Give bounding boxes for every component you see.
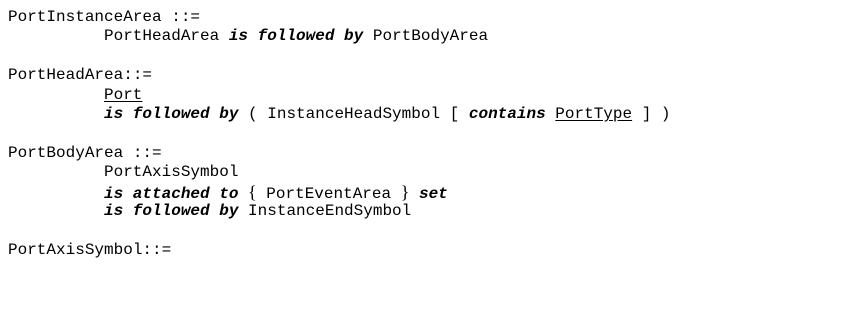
rule-port-body-area-line2: is attached to { PortEventArea } set (8, 181, 867, 203)
rule-port-body-area-def: PortBodyArea ::= (8, 144, 867, 163)
rule-port-instance-area-body: PortHeadArea is followed by PortBodyArea (8, 27, 867, 46)
rule-name: PortBodyArea ::= (8, 143, 162, 162)
grammar-document: PortInstanceArea ::= PortHeadArea is fol… (8, 8, 867, 260)
brace-close: } (400, 181, 410, 202)
rule-port-instance-area-def: PortInstanceArea ::= (8, 8, 867, 27)
nonterminal: PortHeadArea (104, 27, 220, 46)
keyword: is followed by (228, 27, 364, 46)
keyword: is followed by (104, 201, 239, 220)
keyword: is attached to (104, 184, 239, 203)
rule-name: PortHeadArea::= (8, 66, 153, 85)
rule-name: PortInstanceArea ::= (8, 8, 201, 26)
nonterminal: InstanceEndSymbol (248, 201, 412, 220)
terminal: Port (104, 85, 143, 104)
nonterminal: PortEventArea (266, 184, 392, 203)
rule-port-head-area-line2: is followed by ( InstanceHeadSymbol [ co… (8, 105, 867, 124)
grammar-text: ( InstanceHeadSymbol [ (248, 104, 460, 123)
terminal: PortType (555, 104, 633, 123)
rule-name: PortAxisSymbol::= (8, 240, 172, 259)
rule-port-axis-symbol-def: PortAxisSymbol::= (8, 241, 867, 260)
rule-port-head-area-def: PortHeadArea::= (8, 66, 867, 85)
grammar-text: ] ) (641, 104, 671, 123)
rule-port-body-area-line3: is followed by InstanceEndSymbol (8, 202, 867, 221)
rule-port-body-area-line1: PortAxisSymbol (8, 163, 867, 182)
rule-port-head-area-line1: Port (8, 86, 867, 105)
nonterminal: PortAxisSymbol (104, 163, 239, 182)
nonterminal: PortBodyArea (372, 27, 489, 46)
keyword: is followed by (104, 104, 239, 123)
brace-open: { (248, 181, 257, 202)
keyword: contains (468, 104, 546, 123)
keyword: set (418, 184, 448, 203)
